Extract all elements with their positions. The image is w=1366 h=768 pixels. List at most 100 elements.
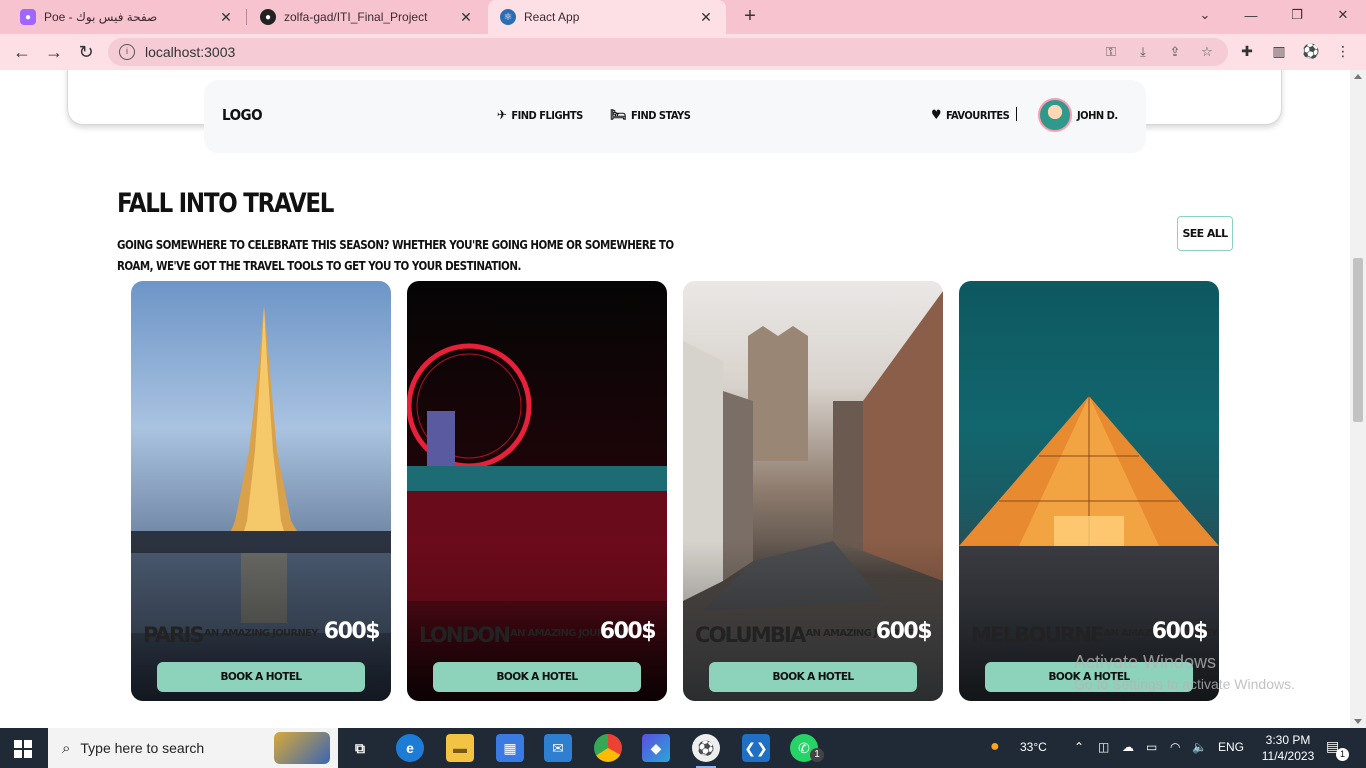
site-logo[interactable]: LOGO — [222, 106, 263, 124]
weather-temperature[interactable]: 33°C — [1020, 740, 1047, 754]
bookmark-star-icon[interactable]: ☆ — [1198, 44, 1216, 60]
store-icon[interactable]: ▦ — [496, 734, 524, 762]
tab-poe[interactable]: ● Poe - صفحة فيس بوك ✕ — [8, 0, 246, 34]
book-hotel-button[interactable]: BOOK A HOTEL — [433, 662, 641, 692]
chevron-up-icon[interactable]: ⌃ — [1074, 740, 1084, 754]
weather-icon[interactable]: ● — [990, 738, 1000, 756]
activate-windows-subtitle: Go to Settings to activate Windows. — [1074, 676, 1295, 692]
poe-icon: ● — [20, 9, 36, 25]
taskbar-search[interactable]: ⌕ Type here to search — [48, 728, 338, 768]
github-icon: ● — [260, 9, 276, 25]
card-price: 600$ — [599, 619, 657, 644]
notifications-badge: 1 — [1336, 748, 1349, 761]
card-city: PARIS AN AMAZING JOURNEY — [143, 623, 318, 647]
browser-tab-bar: ● Poe - صفحة فيس بوك ✕ ● zolfa-gad/ITI_F… — [0, 0, 1366, 34]
heart-icon: ♥ — [931, 108, 942, 123]
nav-find-flights[interactable]: ✈ FIND FLIGHTS — [497, 108, 583, 123]
back-icon[interactable]: ← — [10, 40, 34, 64]
share-icon[interactable]: ⇪ — [1166, 44, 1184, 60]
clock-date: 11/4/2023 — [1261, 749, 1315, 763]
destination-card-london[interactable]: LONDON AN AMAZING JOURNEY 600$ BOOK A HO… — [407, 281, 667, 701]
new-tab-button[interactable]: + — [738, 5, 762, 29]
react-icon: ⚛ — [500, 9, 516, 25]
profile-icon[interactable]: ⚽ — [1302, 43, 1320, 61]
close-icon[interactable]: ✕ — [458, 9, 474, 26]
nav-favourites[interactable]: ♥ FAVOURITES — [931, 108, 1010, 123]
tab-search-icon[interactable]: ⌄ — [1182, 0, 1228, 30]
install-icon[interactable]: ⤓ — [1134, 44, 1152, 60]
destination-card-paris[interactable]: PARIS AN AMAZING JOURNEY 600$ BOOK A HOT… — [131, 281, 391, 701]
site-navbar: LOGO ✈ FIND FLIGHTS 🛏 FIND STAYS ♥ FAVOU… — [204, 80, 1146, 153]
page-scrollbar[interactable] — [1350, 70, 1366, 728]
vscode-icon[interactable]: ❮❯ — [742, 734, 770, 762]
cloud-icon[interactable]: ☁ — [1122, 740, 1134, 754]
minimize-icon[interactable]: — — [1228, 0, 1274, 30]
forward-icon[interactable]: → — [42, 40, 66, 64]
card-city-name: LONDON — [419, 623, 511, 647]
app-icon[interactable]: ◆ — [642, 734, 670, 762]
task-view-icon[interactable]: ⧉ — [346, 734, 374, 762]
chrome-profile-icon[interactable]: ⚽ — [692, 734, 720, 768]
close-icon[interactable]: ✕ — [218, 9, 234, 26]
edge-icon[interactable]: e — [396, 734, 424, 762]
card-city: LONDON AN AMAZING JOURNEY — [419, 623, 625, 647]
address-url: localhost:3003 — [145, 44, 236, 60]
meet-icon[interactable]: ◫ — [1098, 740, 1109, 754]
reload-icon[interactable]: ↻ — [74, 40, 98, 64]
book-hotel-button[interactable]: BOOK A HOTEL — [157, 662, 365, 692]
site-info-icon[interactable]: i — [119, 44, 135, 60]
battery-icon[interactable]: ▭ — [1146, 740, 1157, 754]
windows-start-icon[interactable] — [14, 740, 32, 758]
card-price: 600$ — [875, 619, 933, 644]
address-bar[interactable]: i localhost:3003 ⚿ ⤓ ⇪ ☆ — [108, 38, 1228, 66]
taskbar-clock[interactable]: 3:30 PM 11/4/2023 — [1256, 732, 1320, 764]
tab-react-app[interactable]: ⚛ React App ✕ — [488, 0, 726, 34]
restore-icon[interactable]: ❐ — [1274, 0, 1320, 30]
clock-time: 3:30 PM — [1265, 733, 1311, 747]
scroll-down-icon[interactable] — [1354, 719, 1362, 724]
search-highlight-image — [274, 732, 330, 764]
card-price: 600$ — [323, 619, 381, 644]
extensions-icon[interactable]: ✚ — [1238, 43, 1256, 61]
see-all-button[interactable]: SEE ALL — [1177, 216, 1233, 251]
section-description: GOING SOMEWHERE TO CELEBRATE THIS SEASON… — [117, 238, 674, 273]
nav-favourites-label: FAVOURITES — [946, 109, 1010, 122]
nav-find-stays-label: FIND STAYS — [631, 109, 691, 122]
search-icon: ⌕ — [62, 739, 71, 757]
key-icon[interactable]: ⚿ — [1102, 44, 1120, 60]
chrome-icon[interactable] — [594, 734, 622, 762]
user-name[interactable]: JOHN D. — [1077, 109, 1118, 122]
side-panel-icon[interactable]: ▥ — [1270, 43, 1288, 61]
volume-icon[interactable]: 🔈 — [1192, 740, 1207, 754]
section-title: FALL INTO TRAVEL — [117, 188, 334, 219]
card-city-name: COLUMBIA — [695, 623, 806, 647]
avatar[interactable] — [1038, 98, 1072, 132]
tab-separator — [246, 9, 247, 25]
activate-windows-title: Activate Windows — [1074, 652, 1217, 672]
tab-title: React App — [524, 10, 580, 24]
menu-icon[interactable]: ⋮ — [1334, 43, 1352, 61]
scroll-up-icon[interactable] — [1354, 74, 1362, 79]
book-hotel-button[interactable]: BOOK A HOTEL — [709, 662, 917, 692]
close-icon[interactable]: ✕ — [698, 9, 714, 26]
language-indicator[interactable]: ENG — [1218, 740, 1244, 754]
nav-divider — [1016, 107, 1017, 121]
bed-icon: 🛏 — [610, 108, 627, 123]
wifi-icon[interactable]: ◠ — [1170, 740, 1180, 754]
windows-taskbar: ⌕ Type here to search ⧉ e ▬ ▦ ✉ ◆ ⚽ ❮❯ ✆… — [0, 728, 1366, 768]
card-city-name: PARIS — [143, 623, 205, 647]
nav-find-stays[interactable]: 🛏 FIND STAYS — [610, 108, 691, 123]
destination-card-melbourne[interactable]: MELBOURNE AN AMAZING JOURNEY 600$ BOOK A… — [959, 281, 1219, 701]
card-price: 600$ — [1151, 619, 1209, 644]
scrollbar-thumb[interactable] — [1353, 258, 1363, 422]
mail-icon[interactable]: ✉ — [544, 734, 572, 762]
tab-github[interactable]: ● zolfa-gad/ITI_Final_Project ✕ — [248, 0, 486, 34]
file-explorer-icon[interactable]: ▬ — [446, 734, 474, 762]
destination-card-columbia[interactable]: COLUMBIA AN AMAZING JOURNEY 600$ BOOK A … — [683, 281, 943, 701]
airplane-icon: ✈ — [497, 108, 507, 123]
tab-title: Poe - صفحة فيس بوك — [44, 10, 158, 24]
close-window-icon[interactable]: ✕ — [1320, 0, 1366, 30]
tab-title: zolfa-gad/ITI_Final_Project — [284, 10, 428, 24]
page-viewport: LOGO ✈ FIND FLIGHTS 🛏 FIND STAYS ♥ FAVOU… — [0, 70, 1350, 728]
browser-toolbar: ← → ↻ i localhost:3003 ⚿ ⤓ ⇪ ☆ ✚ ▥ ⚽ ⋮ — [0, 34, 1366, 70]
